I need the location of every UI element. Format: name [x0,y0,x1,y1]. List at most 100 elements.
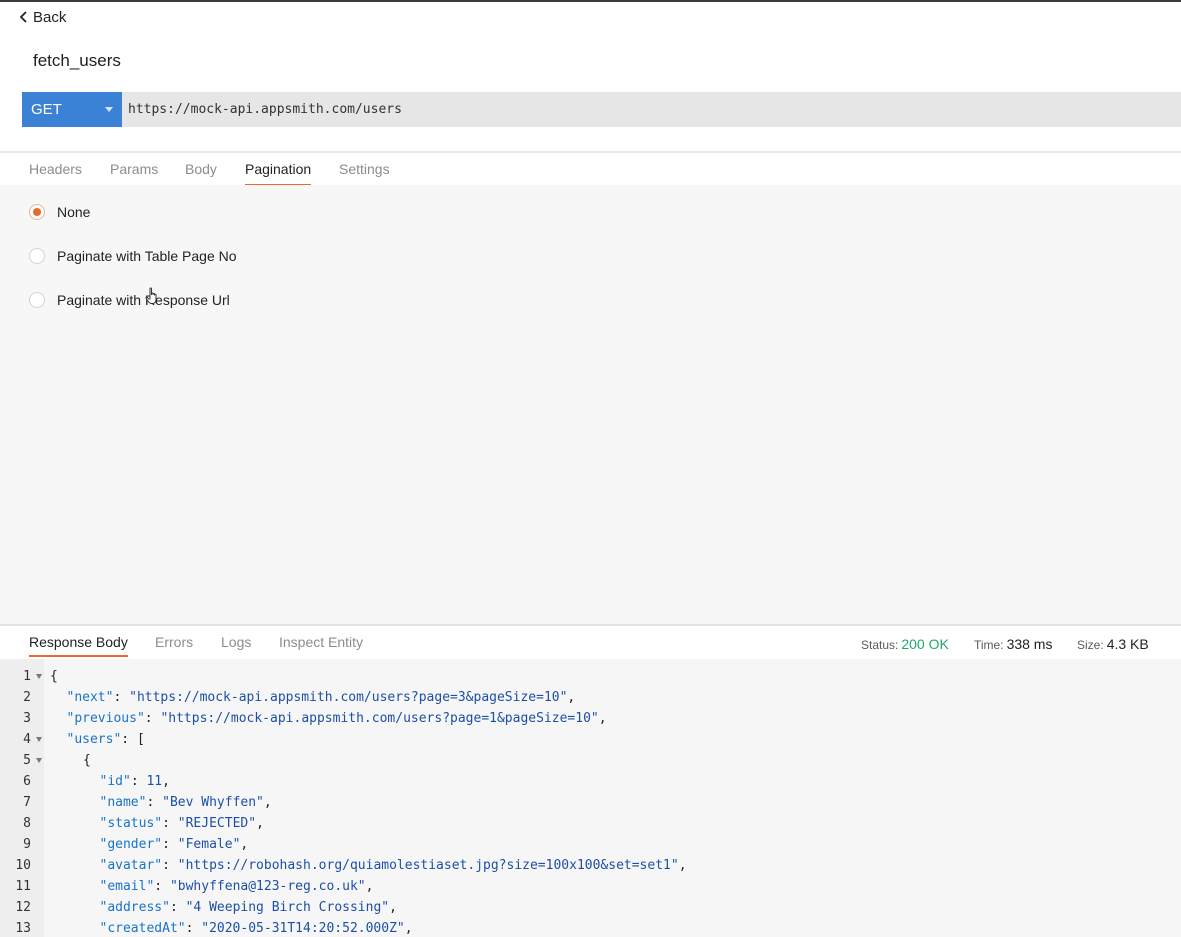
tab-logs[interactable]: Logs [221,634,251,650]
line-number: 13 [15,921,31,936]
code-content: { [50,669,58,684]
json-value: "REJECTED" [177,816,257,831]
tab-params[interactable]: Params [110,161,158,177]
size-label: Size: [1077,638,1104,652]
time-label: Time: [974,638,1004,652]
pagination-option-response-url[interactable]: Paginate with Response Url [29,292,230,308]
json-key: "next" [66,690,114,705]
code-content: "next": "https://mock-api.appsmith.com/u… [66,690,576,705]
json-value: "Bev Whyffen" [162,795,264,810]
pagination-option-table-page-no[interactable]: Paginate with Table Page No [29,248,237,264]
json-value: "Female" [177,837,241,852]
code-content: "name": "Bev Whyffen", [99,795,272,810]
json-key: "address" [99,900,170,915]
code-line: 2 "next": "https://mock-api.appsmith.com/… [0,687,1181,708]
json-value: "https://robohash.org/quiamolestiaset.jp… [177,858,679,873]
code-line: 12 "address": "4 Weeping Birch Crossing", [0,897,1181,918]
code-line: 8 "status": "REJECTED", [0,813,1181,834]
response-status: Status: 200 OK [861,636,949,652]
status-label: Status: [861,638,899,652]
back-button[interactable]: Back [19,7,66,27]
radio-button-checked[interactable] [29,204,45,220]
line-number: 12 [15,900,31,915]
line-number: 5 [23,753,31,768]
json-value: "bwhyffena@123-reg.co.uk" [169,879,366,894]
action-name[interactable]: fetch_users [33,51,121,71]
line-number: 7 [23,795,31,810]
response-size: Size: 4.3 KB [1077,636,1149,652]
back-label: Back [33,8,67,26]
code-content: "avatar": "https://robohash.org/quiamole… [99,858,687,873]
http-method-dropdown[interactable]: GET [22,92,122,127]
pagination-option-label: None [57,204,91,220]
url-input[interactable]: https://mock-api.appsmith.com/users [122,92,1181,127]
status-value: 200 OK [901,636,949,652]
json-value: "https://mock-api.appsmith.com/users?pag… [160,711,599,726]
tab-response-body[interactable]: Response Body [29,634,128,657]
line-number: 10 [15,858,31,873]
code-line: 6 "id": 11, [0,771,1181,792]
code-line: 13 "createdAt": "2020-05-31T14:20:52.000Z… [0,918,1181,937]
fold-toggle-icon[interactable] [36,737,42,742]
json-key: "previous" [66,711,145,726]
code-line: 11 "email": "bwhyffena@123-reg.co.uk", [0,876,1181,897]
code-content: { [83,753,91,768]
pagination-option-label: Paginate with Table Page No [57,248,237,264]
url-value: https://mock-api.appsmith.com/users [128,102,402,117]
pagination-option-label: Paginate with Response Url [57,292,230,308]
line-number: 9 [23,837,31,852]
fold-toggle-icon[interactable] [36,674,42,679]
tab-headers[interactable]: Headers [29,161,82,177]
line-number: 2 [23,690,31,705]
code-line: 5{ [0,750,1181,771]
code-content: "createdAt": "2020-05-31T14:20:52.000Z", [99,921,413,936]
time-value: 338 ms [1006,636,1053,652]
tab-pagination[interactable]: Pagination [245,161,312,186]
code-content: "status": "REJECTED", [99,816,264,831]
line-number: 6 [23,774,31,789]
code-line: 3 "previous": "https://mock-api.appsmith.… [0,708,1181,729]
http-method-value: GET [31,101,62,118]
tab-settings[interactable]: Settings [339,161,390,177]
json-value: "https://mock-api.appsmith.com/users?pag… [129,690,568,705]
size-value: 4.3 KB [1106,636,1149,652]
json-key: "avatar" [99,858,163,873]
radio-button[interactable] [29,248,45,264]
line-number: 8 [23,816,31,831]
json-key: "email" [99,879,155,894]
code-line: 7 "name": "Bev Whyffen", [0,792,1181,813]
json-key: "name" [99,795,147,810]
tab-errors[interactable]: Errors [155,634,193,650]
chevron-left-icon [19,11,27,23]
request-tabs-bar [0,153,1181,185]
pagination-option-none[interactable]: None [29,204,90,220]
code-content: "email": "bwhyffena@123-reg.co.uk", [99,879,374,894]
window-top-border [0,0,1181,2]
response-time: Time: 338 ms [974,636,1052,652]
code-line: 1{ [0,666,1181,687]
json-value: "2020-05-31T14:20:52.000Z" [201,921,405,936]
line-number: 11 [15,879,31,894]
code-line: 4 "users": [ [0,729,1181,750]
hand-pointer-icon [145,287,157,304]
code-line: 9 "gender": "Female", [0,834,1181,855]
radio-button[interactable] [29,292,45,308]
code-content: "previous": "https://mock-api.appsmith.c… [66,711,607,726]
code-content: "address": "4 Weeping Birch Crossing", [99,900,397,915]
json-key: "status" [99,816,163,831]
json-value: "4 Weeping Birch Crossing" [185,900,390,915]
code-content: "users": [ [66,732,145,747]
line-number: 4 [23,732,31,747]
code-content: "gender": "Female", [99,837,249,852]
json-key: "users" [66,732,122,747]
json-key: "gender" [99,837,163,852]
tab-body[interactable]: Body [185,161,217,177]
line-number: 1 [23,669,31,684]
tab-inspect-entity[interactable]: Inspect Entity [279,634,363,650]
line-number: 3 [23,711,31,726]
code-content: "id": 11, [99,774,170,789]
json-value: 11 [146,774,163,789]
response-body-editor[interactable]: 1{2 "next": "https://mock-api.appsmith.co… [0,659,1181,937]
json-key: "id" [99,774,131,789]
fold-toggle-icon[interactable] [36,758,42,763]
